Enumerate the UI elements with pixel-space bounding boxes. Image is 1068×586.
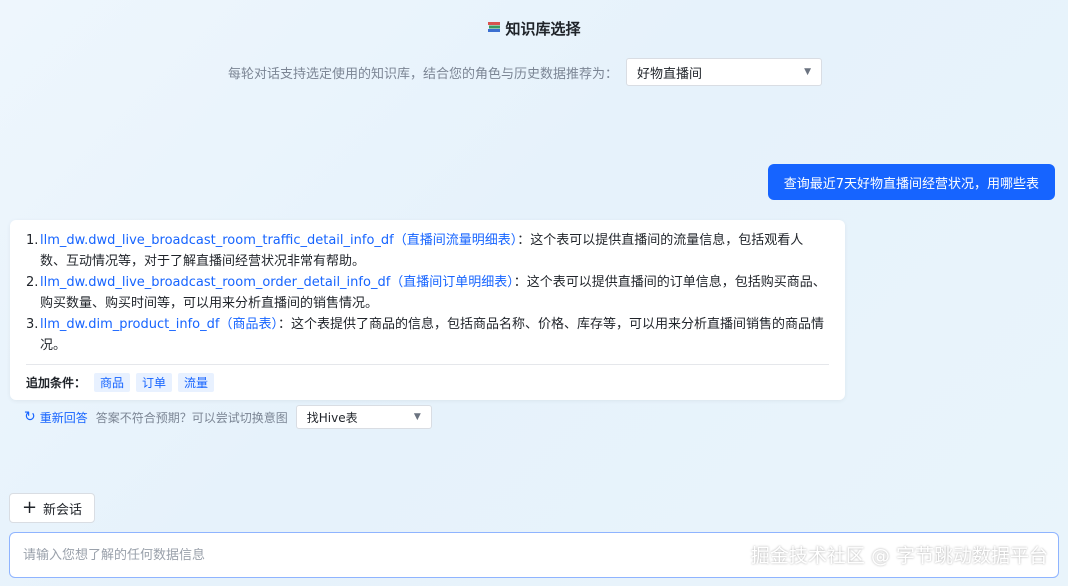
- list-item-number: 1.: [26, 233, 39, 248]
- user-message-text: 查询最近7天好物直播间经营状况，用哪些表: [783, 176, 1039, 192]
- knowledge-base-select[interactable]: 好物直播间 ▼: [626, 58, 823, 86]
- knowledge-base-hint: 每轮对话支持选定使用的知识库，结合您的角色与历史数据推荐为：: [228, 66, 619, 82]
- follow-up-conditions: 追加条件： 商品 订单 流量: [26, 373, 829, 392]
- plus-icon: +: [21, 497, 38, 518]
- answer-card: 1. llm_dw.dwd_live_broadcast_room_traffi…: [10, 220, 845, 400]
- user-message-bubble: 查询最近7天好物直播间经营状况，用哪些表: [767, 164, 1055, 200]
- book-stack-icon: [487, 20, 501, 38]
- list-item: 2. llm_dw.dwd_live_broadcast_room_order_…: [26, 272, 829, 314]
- conditions-label: 追加条件：: [26, 376, 87, 390]
- new-chat-label: 新会话: [43, 502, 83, 518]
- knowledge-base-header: 知识库选择: [0, 18, 1068, 39]
- table-name-link[interactable]: llm_dw.dwd_live_broadcast_room_order_det…: [40, 275, 514, 290]
- knowledge-base-row: 每轮对话支持选定使用的知识库，结合您的角色与历史数据推荐为： 好物直播间 ▼: [228, 58, 823, 86]
- regenerate-label: 重新回答: [39, 410, 88, 425]
- regenerate-row: ↻ 重新回答 答案不符合预期？可以尝试切换意图 找Hive表 ▼: [24, 405, 432, 429]
- list-item: 3. llm_dw.dim_product_info_df（商品表）：这个表提供…: [26, 314, 829, 356]
- list-item-number: 2.: [26, 275, 39, 290]
- answer-list: 1. llm_dw.dwd_live_broadcast_room_traffi…: [26, 230, 829, 356]
- regenerate-button[interactable]: ↻ 重新回答: [24, 409, 88, 426]
- caret-down-icon: ▼: [804, 67, 812, 77]
- condition-tag-product[interactable]: 商品: [94, 373, 131, 392]
- table-name-link[interactable]: llm_dw.dim_product_info_df（商品表）: [40, 317, 278, 332]
- list-item-number: 3.: [26, 317, 39, 332]
- condition-tag-traffic[interactable]: 流量: [178, 373, 215, 392]
- condition-tag-order[interactable]: 订单: [136, 373, 173, 392]
- intent-select-value: 找Hive表: [306, 410, 358, 425]
- watermark: 掘金技术社区 @ 字节跳动数据平台: [750, 545, 1048, 567]
- table-name-link[interactable]: llm_dw.dwd_live_broadcast_room_traffic_d…: [40, 233, 517, 248]
- new-chat-button[interactable]: + 新会话: [9, 493, 95, 523]
- caret-down-icon: ▼: [413, 412, 421, 422]
- page-title: 知识库选择: [505, 20, 581, 38]
- divider: [26, 364, 829, 365]
- refresh-icon: ↻: [24, 409, 36, 425]
- list-item: 1. llm_dw.dwd_live_broadcast_room_traffi…: [26, 230, 829, 272]
- regenerate-hint: 答案不符合预期？可以尝试切换意图: [95, 410, 288, 425]
- knowledge-base-select-value: 好物直播间: [637, 66, 703, 82]
- intent-select[interactable]: 找Hive表 ▼: [295, 405, 432, 429]
